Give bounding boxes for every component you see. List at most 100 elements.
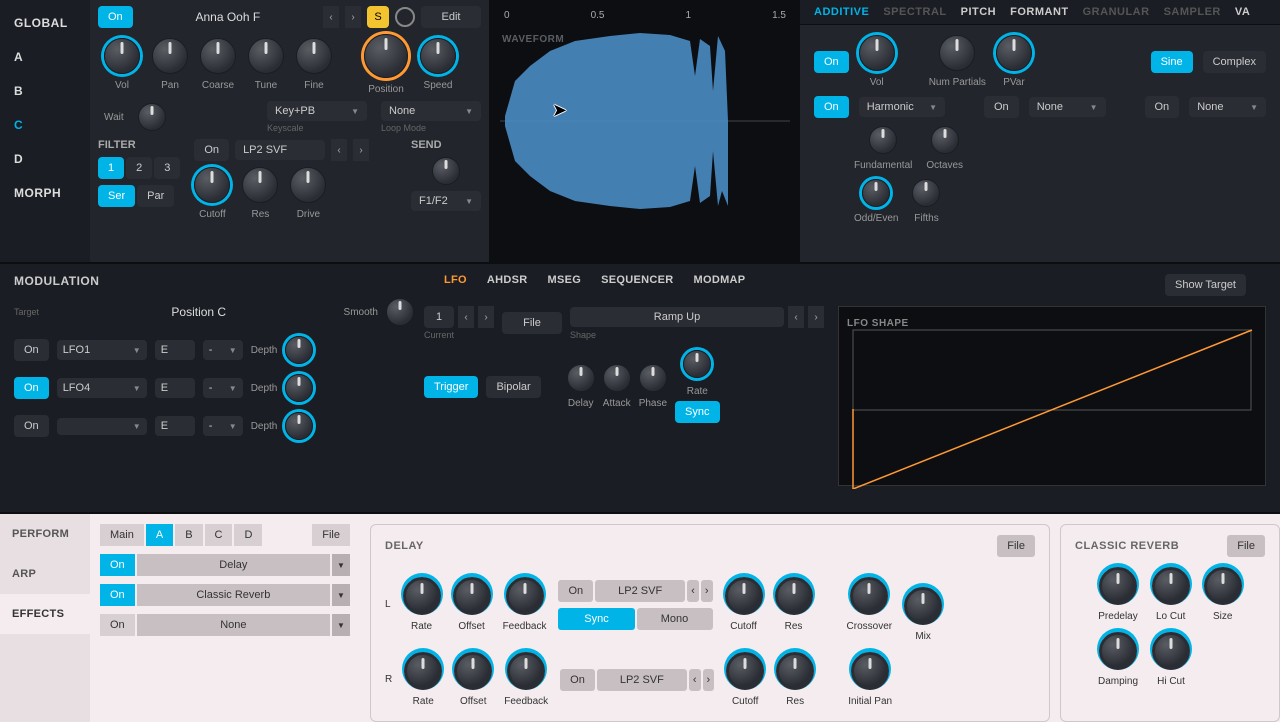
send-route-dropdown[interactable]: F1/F2▼ <box>411 191 481 211</box>
fundamental-knob[interactable] <box>869 126 897 154</box>
damping-knob[interactable] <box>1099 632 1137 670</box>
fx3-select[interactable]: None <box>137 614 330 636</box>
mod-row3-op[interactable]: -▼ <box>203 416 243 436</box>
delay-r-filter-type[interactable]: LP2 SVF <box>597 669 687 691</box>
waveform-display[interactable] <box>500 21 790 221</box>
delay-l-rate-knob[interactable] <box>403 577 441 615</box>
perf-main[interactable]: Main <box>100 524 144 546</box>
mode-complex[interactable]: Complex <box>1203 51 1266 73</box>
perf-file[interactable]: File <box>312 524 350 546</box>
filter-2[interactable]: 2 <box>126 157 152 179</box>
delay-l-filter-prev[interactable]: ‹ <box>687 580 699 602</box>
tab-granular[interactable]: GRANULAR <box>1083 6 1150 18</box>
hicut-knob[interactable] <box>1152 632 1190 670</box>
slot2-on[interactable]: On <box>984 96 1019 118</box>
crossover-knob[interactable] <box>850 577 888 615</box>
bipolar-button[interactable]: Bipolar <box>486 376 540 398</box>
tab-effects[interactable]: EFFECTS <box>0 594 90 634</box>
lfo-num-next[interactable]: › <box>478 306 494 328</box>
harmonic-dropdown[interactable]: Harmonic▼ <box>859 97 945 117</box>
show-target-button[interactable]: Show Target <box>1165 274 1246 296</box>
lfo-sync-button[interactable]: Sync <box>675 401 719 423</box>
mod-row2-via[interactable]: E <box>155 378 195 398</box>
octaves-knob[interactable] <box>931 126 959 154</box>
delay-l-filter-next[interactable]: › <box>701 580 713 602</box>
tab-lfo[interactable]: LFO <box>444 274 467 296</box>
vol-knob[interactable] <box>104 38 140 74</box>
send-knob[interactable] <box>432 157 460 185</box>
mod-row3-depth-knob[interactable] <box>285 412 313 440</box>
tab-mseg[interactable]: MSEG <box>548 274 582 296</box>
smooth-knob[interactable] <box>386 298 414 326</box>
mod-row2-src[interactable]: LFO4▼ <box>57 378 147 398</box>
lfo-num-prev[interactable]: ‹ <box>458 306 474 328</box>
additive-vol-knob[interactable] <box>859 35 895 71</box>
sidebar-global[interactable]: GLOBAL <box>0 6 90 40</box>
tab-sampler[interactable]: SAMPLER <box>1164 6 1221 18</box>
mod-row1-src[interactable]: LFO1▼ <box>57 340 147 360</box>
lfo-shape-display[interactable]: LFO SHAPE <box>838 306 1266 486</box>
delay-l-filter-type[interactable]: LP2 SVF <box>595 580 685 602</box>
mod-row1-via[interactable]: E <box>155 340 195 360</box>
delay-r-cutoff-knob[interactable] <box>726 652 764 690</box>
sidebar-d[interactable]: D <box>0 142 90 176</box>
loopmode-dropdown[interactable]: None▼ <box>381 101 481 121</box>
delay-file[interactable]: File <box>997 535 1035 557</box>
lfo-shape-next[interactable]: › <box>808 306 824 328</box>
delay-r-filter-prev[interactable]: ‹ <box>689 669 701 691</box>
coarse-knob[interactable] <box>200 38 236 74</box>
delay-l-offset-knob[interactable] <box>453 577 491 615</box>
tab-pitch[interactable]: PITCH <box>961 6 997 18</box>
additive-on[interactable]: On <box>814 51 849 73</box>
delay-mono[interactable]: Mono <box>637 608 713 630</box>
tune-knob[interactable] <box>248 38 284 74</box>
mix-knob[interactable] <box>904 587 942 625</box>
mode-sine[interactable]: Sine <box>1151 51 1193 73</box>
lfo-phase-knob[interactable] <box>639 364 667 392</box>
predelay-knob[interactable] <box>1099 567 1137 605</box>
solo-button[interactable]: S <box>367 6 389 28</box>
tab-additive[interactable]: ADDITIVE <box>814 6 869 18</box>
fx1-chev[interactable]: ▼ <box>332 554 350 576</box>
reverb-file[interactable]: File <box>1227 535 1265 557</box>
delay-r-feedback-knob[interactable] <box>507 652 545 690</box>
tab-va[interactable]: VA <box>1235 6 1250 18</box>
harmonic-on[interactable]: On <box>814 96 849 118</box>
delay-l-filter-on[interactable]: On <box>558 580 593 602</box>
preset-next[interactable]: › <box>345 6 361 28</box>
mod-row1-op[interactable]: -▼ <box>203 340 243 360</box>
perf-d[interactable]: D <box>234 524 262 546</box>
fx1-on[interactable]: On <box>100 554 135 576</box>
locut-knob[interactable] <box>1152 567 1190 605</box>
fx2-chev[interactable]: ▼ <box>332 584 350 606</box>
initial-pan-knob[interactable] <box>851 652 889 690</box>
delay-r-offset-knob[interactable] <box>454 652 492 690</box>
filter-3[interactable]: 3 <box>154 157 180 179</box>
tab-modmap[interactable]: MODMAP <box>694 274 746 296</box>
delay-l-cutoff-knob[interactable] <box>725 577 763 615</box>
tab-sequencer[interactable]: SEQUENCER <box>601 274 673 296</box>
filter-next[interactable]: › <box>353 139 369 161</box>
lfo-shape-prev[interactable]: ‹ <box>788 306 804 328</box>
filter-parallel[interactable]: Par <box>137 185 174 207</box>
lfo-num[interactable]: 1 <box>424 306 454 328</box>
mod-row2-depth-knob[interactable] <box>285 374 313 402</box>
sidebar-a[interactable]: A <box>0 40 90 74</box>
drive-knob[interactable] <box>290 167 326 203</box>
perf-c[interactable]: C <box>205 524 233 546</box>
sidebar-morph[interactable]: MORPH <box>0 176 90 210</box>
position-knob[interactable] <box>364 34 408 78</box>
lfo-delay-knob[interactable] <box>567 364 595 392</box>
mod-row3-via[interactable]: E <box>155 416 195 436</box>
tab-ahdsr[interactable]: AHDSR <box>487 274 528 296</box>
lfo-attack-knob[interactable] <box>603 364 631 392</box>
delay-r-res-knob[interactable] <box>776 652 814 690</box>
trigger-button[interactable]: Trigger <box>424 376 478 398</box>
slot3-on[interactable]: On <box>1145 96 1180 118</box>
sidebar-c[interactable]: C <box>0 108 90 142</box>
delay-r-filter-on[interactable]: On <box>560 669 595 691</box>
wait-knob[interactable] <box>138 103 166 131</box>
fx3-on[interactable]: On <box>100 614 135 636</box>
sidebar-b[interactable]: B <box>0 74 90 108</box>
fx2-select[interactable]: Classic Reverb <box>137 584 330 606</box>
